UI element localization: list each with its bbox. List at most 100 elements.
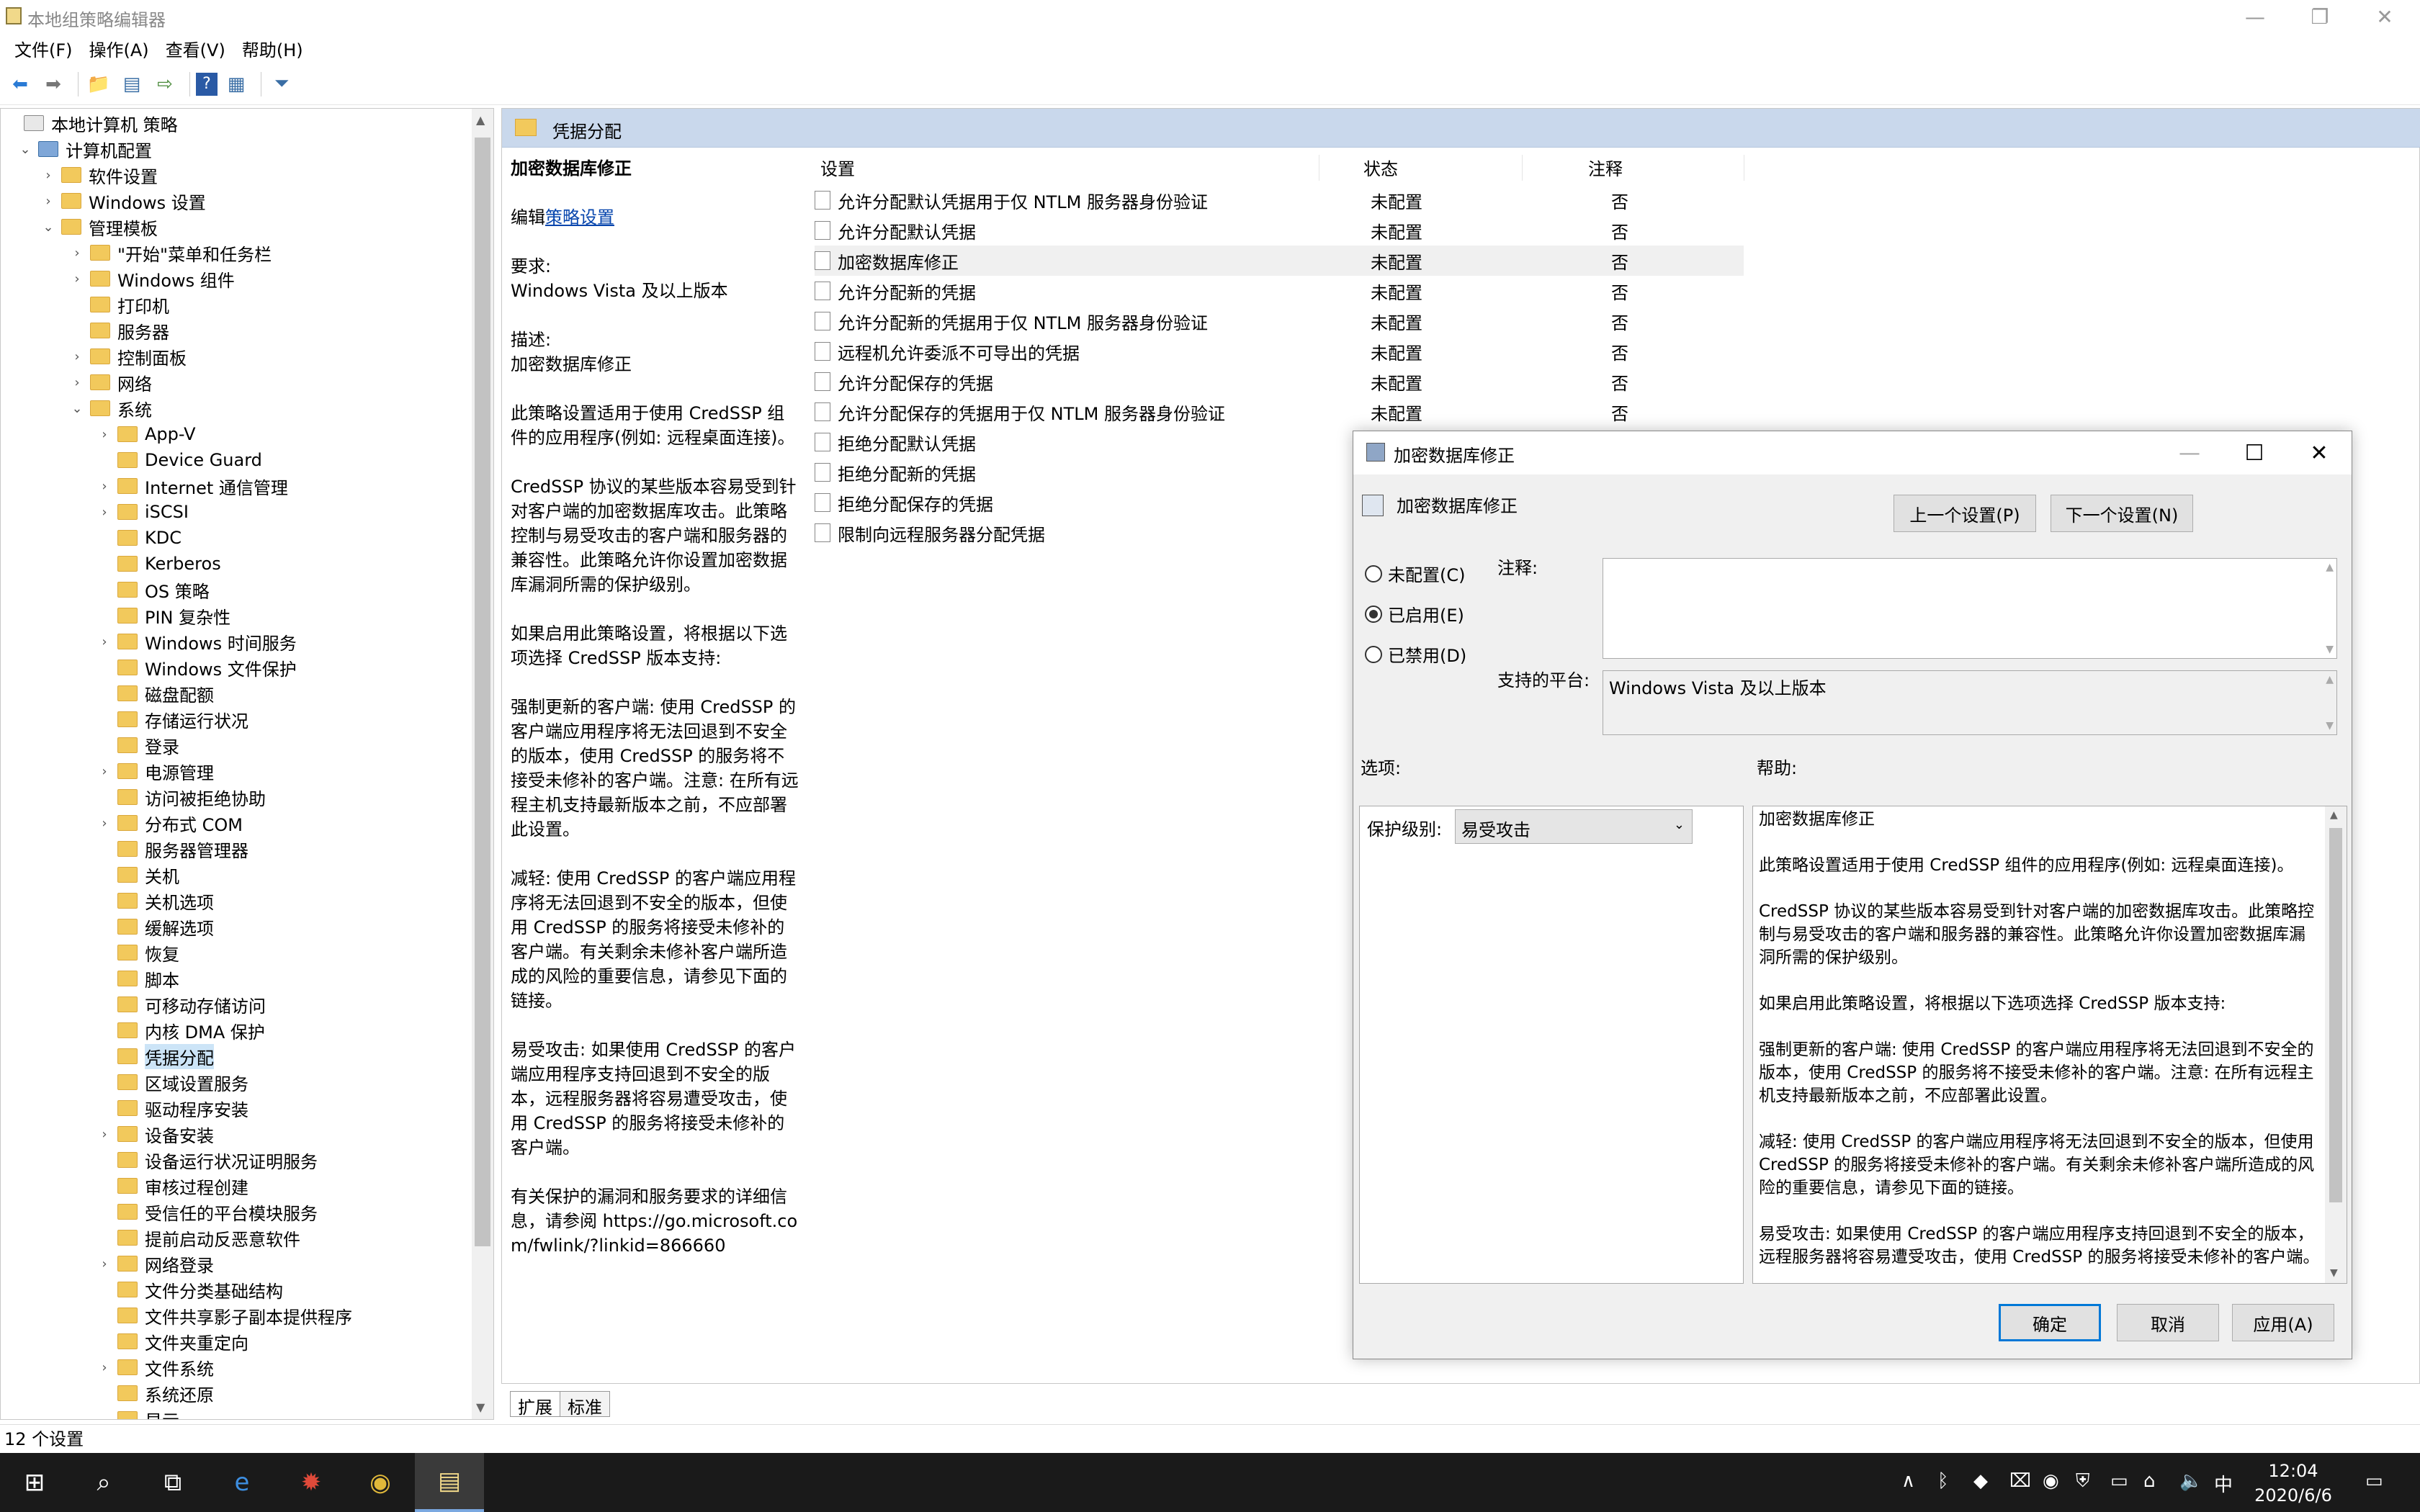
chevron-right-icon[interactable]: › (97, 1360, 112, 1375)
tree-node[interactable]: › 分布式 COM (97, 810, 243, 836)
cancel-button[interactable]: 取消 (2117, 1304, 2219, 1341)
usb-icon[interactable]: ⌧ (2009, 1470, 2031, 1492)
menu-file[interactable]: 文件(F) (9, 36, 84, 61)
tree-node[interactable]: › 网络 (70, 369, 152, 395)
menu-help[interactable]: 帮助(H) (236, 36, 314, 61)
chevron-right-icon[interactable]: › (97, 1127, 112, 1142)
tree-node[interactable]: ⌄ 管理模板 (41, 214, 158, 240)
task-view-icon[interactable]: ⧉ (138, 1453, 207, 1512)
chrome-tray-icon[interactable]: ◉ (2043, 1470, 2059, 1492)
forward-icon[interactable]: ➡ (39, 70, 68, 99)
notification-icon[interactable]: ▭ (2365, 1470, 2383, 1492)
tab-standard[interactable]: 标准 (560, 1391, 610, 1418)
tree-scrollbar[interactable]: ▲ ▼ (472, 109, 493, 1419)
previous-setting-button[interactable]: 上一个设置(P) (1894, 495, 2036, 532)
up-folder-icon[interactable]: 📁 (84, 70, 113, 99)
show-hide-tree-icon[interactable]: ▤ (117, 70, 146, 99)
radio-circle[interactable] (1365, 605, 1382, 623)
chevron-down-icon[interactable]: ⌄ (70, 401, 84, 416)
tree-node[interactable]: KDC (97, 525, 182, 551)
table-row[interactable]: 允许分配保存的凭据用于仅 NTLM 服务器身份验证 未配置 否 (815, 397, 1744, 427)
chevron-down-icon[interactable]: ⌄ (41, 220, 55, 235)
menu-view[interactable]: 查看(V) (160, 36, 236, 61)
column-comment[interactable]: 注释 (1588, 150, 1623, 184)
tree-node[interactable]: OS 策略 (97, 577, 210, 603)
tree-node[interactable]: 文件共享影子副本提供程序 (97, 1302, 352, 1328)
help-scrollbar-thumb[interactable] (2329, 828, 2342, 1202)
security-icon[interactable]: ⛨ (2076, 1470, 2090, 1493)
tree-node[interactable]: 关机选项 (97, 888, 214, 914)
scroll-down-icon[interactable]: ▼ (476, 1400, 485, 1414)
tree-node[interactable]: 文件夹重定向 (97, 1328, 248, 1354)
ime-indicator[interactable]: 中 (2214, 1470, 2233, 1497)
chevron-right-icon[interactable]: › (70, 271, 84, 287)
tree-node[interactable]: › 设备安装 (97, 1121, 214, 1147)
tree-node[interactable]: 显示 (97, 1406, 179, 1419)
tray-chevron-icon[interactable]: ∧ (1901, 1470, 1915, 1492)
tab-extended[interactable]: 扩展 (510, 1391, 560, 1418)
tree-node[interactable]: Device Guard (97, 447, 262, 473)
table-row[interactable]: 允许分配新的凭据 未配置 否 (815, 276, 1744, 306)
protection-level-select[interactable]: 易受攻击 ⌄ (1455, 809, 1693, 844)
tree-node[interactable]: ⌄ 系统 (70, 395, 152, 421)
properties-icon[interactable]: ▦ (222, 70, 251, 99)
tree-node[interactable]: › App-V (97, 421, 195, 447)
dialog-close-icon[interactable]: ✕ (2287, 431, 2352, 474)
tree-node[interactable]: 脚本 (97, 966, 179, 991)
restore-icon[interactable]: ❐ (2287, 0, 2352, 33)
help-scrollbar[interactable]: ▲ ▼ (2325, 806, 2347, 1283)
tree-node[interactable]: 服务器管理器 (97, 836, 248, 862)
radio-disabled[interactable]: 已禁用(D) (1365, 642, 1466, 667)
tree-node[interactable]: › 电源管理 (97, 758, 214, 784)
close-icon[interactable]: ✕ (2352, 0, 2417, 33)
chevron-right-icon[interactable]: › (97, 505, 112, 520)
chevron-right-icon[interactable]: › (41, 194, 55, 209)
help-icon[interactable]: ? (196, 72, 218, 96)
chevron-right-icon[interactable]: › (41, 168, 55, 183)
tree-node[interactable]: 凭据分配 (97, 1043, 214, 1069)
chevron-right-icon[interactable]: › (97, 1256, 112, 1272)
filter-icon[interactable]: ⏷ (267, 70, 296, 99)
tree-node[interactable]: 可移动存储访问 (97, 991, 266, 1017)
dialog-maximize-icon[interactable]: ☐ (2222, 431, 2287, 474)
scroll-up-icon[interactable]: ▲ (2326, 562, 2334, 573)
tree-node[interactable]: 缓解选项 (97, 914, 214, 940)
tree-node[interactable]: › 控制面板 (70, 343, 187, 369)
chevron-right-icon[interactable]: › (70, 246, 84, 261)
chevron-right-icon[interactable]: › (70, 349, 84, 364)
tree-pane[interactable]: 本地计算机 策略 ⌄ 计算机配置 › 软件设置 › Windows 设置 ⌄ 管理模板 › "开始"… (0, 108, 494, 1420)
scroll-down-icon[interactable]: ▼ (2326, 644, 2334, 655)
tree-node[interactable]: 系统还原 (97, 1380, 214, 1406)
chevron-right-icon[interactable]: › (97, 634, 112, 649)
chevron-right-icon[interactable]: › (97, 479, 112, 494)
scroll-up-icon[interactable]: ▲ (2330, 809, 2338, 821)
tree-node[interactable]: › Internet 通信管理 (97, 473, 288, 499)
dialog-minimize-icon[interactable]: — (2157, 431, 2222, 474)
scroll-down-icon[interactable]: ▼ (2326, 720, 2334, 732)
table-row[interactable]: 允许分配保存的凭据 未配置 否 (815, 366, 1744, 397)
chevron-right-icon[interactable]: › (70, 375, 84, 390)
policy-editor-taskbar-icon[interactable]: ▤ (415, 1453, 484, 1512)
tree-scrollbar-thumb[interactable] (475, 138, 490, 1246)
tree-node[interactable]: › Windows 设置 (41, 188, 205, 214)
battery-icon[interactable]: ▭ (2110, 1470, 2128, 1492)
tree-node[interactable]: 磁盘配额 (97, 680, 214, 706)
column-setting[interactable]: 设置 (820, 150, 855, 184)
tree-node[interactable]: 存储运行状况 (97, 706, 248, 732)
column-state[interactable]: 状态 (1363, 150, 1398, 184)
tree-node[interactable]: › 文件系统 (97, 1354, 214, 1380)
tree-node[interactable]: 关机 (97, 862, 179, 888)
chevron-right-icon[interactable]: › (97, 764, 112, 779)
tree-node[interactable]: Windows 文件保护 (97, 654, 297, 680)
bluetooth-icon[interactable]: ᛒ (1937, 1470, 1949, 1492)
scroll-up-icon[interactable]: ▲ (2326, 674, 2334, 685)
tree-node[interactable]: › 软件设置 (41, 162, 158, 188)
radio-circle[interactable] (1365, 645, 1382, 663)
ok-button[interactable]: 确定 (1999, 1304, 2101, 1341)
radio-not-configured[interactable]: 未配置(C) (1365, 561, 1465, 586)
tree-node[interactable]: 驱动程序安装 (97, 1095, 248, 1121)
tree-node[interactable]: › 网络登录 (97, 1251, 214, 1277)
comment-textarea[interactable]: ▲ ▼ (1603, 558, 2337, 659)
tree-node[interactable]: Kerberos (97, 551, 221, 577)
tree-node[interactable]: 服务器 (70, 318, 169, 343)
